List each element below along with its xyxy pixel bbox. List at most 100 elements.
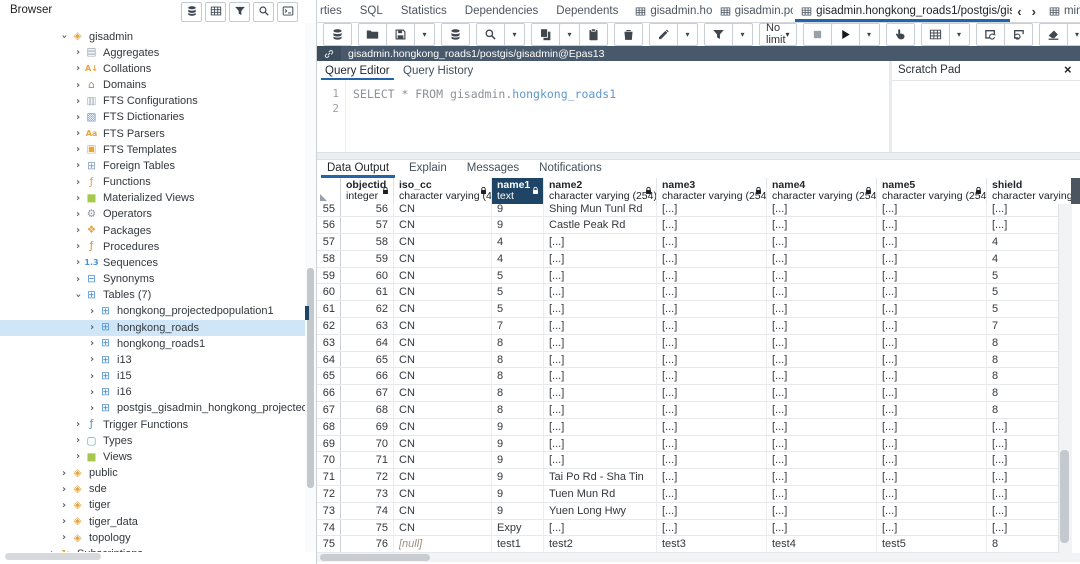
chevron-right-icon[interactable]: › (72, 144, 84, 155)
data-cell[interactable]: 8 (987, 352, 1058, 368)
data-cell[interactable]: [...] (987, 486, 1058, 502)
data-cell[interactable]: [...] (877, 204, 987, 216)
tab-scroll-right-button[interactable]: › (1027, 0, 1041, 22)
browser-filter-button[interactable] (229, 2, 250, 22)
column-header-name2[interactable]: name2character varying (254) (544, 178, 657, 204)
caret-down-button[interactable]: ▾ (504, 23, 525, 46)
data-cell[interactable]: 8 (492, 352, 544, 368)
data-cell[interactable]: [...] (767, 301, 877, 317)
tree-item-subscriptions[interactable]: ›↻Subscriptions (0, 546, 305, 552)
data-cell[interactable]: [...] (657, 503, 767, 519)
chevron-right-icon[interactable]: › (72, 419, 84, 430)
data-cell[interactable]: 9 (492, 469, 544, 485)
data-cell[interactable]: [...] (877, 217, 987, 233)
data-cell[interactable]: [...] (544, 402, 657, 418)
data-cell[interactable]: CN (394, 268, 492, 284)
data-cell[interactable]: [...] (767, 469, 877, 485)
tab-sql[interactable]: SQL (351, 0, 392, 22)
data-cell[interactable]: test5 (877, 536, 987, 552)
data-cell[interactable]: 8 (492, 335, 544, 351)
tree-item-tiger-data[interactable]: ›◈tiger_data (0, 514, 305, 530)
browser-database-button[interactable] (181, 2, 202, 22)
data-cell[interactable]: CN (394, 452, 492, 468)
browser-terminal-button[interactable] (277, 2, 298, 22)
data-cell[interactable]: 62 (341, 301, 394, 317)
data-cell[interactable]: 64 (341, 335, 394, 351)
data-cell[interactable]: [...] (657, 234, 767, 250)
data-cell[interactable]: 8 (987, 402, 1058, 418)
data-cell[interactable]: [...] (877, 301, 987, 317)
chevron-right-icon[interactable]: › (86, 322, 98, 333)
data-cell[interactable]: [...] (544, 368, 657, 384)
tab-query-editor[interactable]: Query Editor (321, 61, 394, 80)
chevron-right-icon[interactable]: › (58, 532, 70, 543)
filter-button[interactable] (704, 23, 733, 46)
data-cell[interactable]: 61 (341, 284, 394, 300)
data-cell[interactable]: [...] (657, 486, 767, 502)
chevron-right-icon[interactable]: › (86, 403, 98, 414)
save-data-changes-button[interactable] (323, 23, 352, 46)
data-cell[interactable]: 8 (987, 368, 1058, 384)
paste-button[interactable] (579, 23, 608, 46)
data-cell[interactable]: [...] (657, 520, 767, 536)
data-cell[interactable]: 8 (987, 385, 1058, 401)
tab-messages[interactable]: Messages (457, 158, 529, 178)
data-cell[interactable]: 5 (492, 301, 544, 317)
data-cell[interactable]: Tuen Mun Rd (544, 486, 657, 502)
tab-notifications[interactable]: Notifications (529, 158, 612, 178)
data-cell[interactable]: 66 (341, 368, 394, 384)
data-cell[interactable]: 9 (492, 436, 544, 452)
tree-item-packages[interactable]: ›❖Packages (0, 223, 305, 239)
tree-item-postgis-gisadmin-hongkong-projectedpopulation1[interactable]: ›⊞postgis_gisadmin_hongkong_projectedpop… (0, 400, 305, 416)
caret-down-button[interactable]: ▾ (1067, 23, 1080, 46)
tree-item-i13[interactable]: ›⊞i13 (0, 352, 305, 368)
chevron-down-icon[interactable]: › (73, 289, 84, 301)
data-cell[interactable]: [...] (657, 452, 767, 468)
chevron-right-icon[interactable]: › (72, 274, 84, 285)
data-cell[interactable]: 4 (492, 234, 544, 250)
data-cell[interactable]: [...] (767, 503, 877, 519)
open-file-button[interactable] (358, 23, 387, 46)
data-cell[interactable]: CN (394, 402, 492, 418)
chevron-right-icon[interactable]: › (72, 193, 84, 204)
tab-scroll-left-button[interactable]: ‹ (1012, 0, 1026, 22)
data-cell[interactable]: [...] (877, 318, 987, 334)
column-header-name4[interactable]: name4character varying (254) (767, 178, 877, 204)
data-cell[interactable]: [...] (544, 268, 657, 284)
data-cell[interactable]: test1 (492, 536, 544, 552)
browser-table-button[interactable] (205, 2, 226, 22)
data-cell[interactable]: [...] (877, 469, 987, 485)
chevron-right-icon[interactable]: › (72, 257, 84, 268)
tab-dependents[interactable]: Dependents (547, 0, 627, 22)
data-cell[interactable]: [...] (657, 251, 767, 267)
data-cell[interactable]: [...] (544, 335, 657, 351)
data-cell[interactable]: [...] (657, 204, 767, 216)
column-header-name1[interactable]: name1text (492, 178, 544, 204)
data-cell[interactable]: [...] (767, 452, 877, 468)
data-cell[interactable]: [...] (877, 436, 987, 452)
tree-item-domains[interactable]: ›⌂Domains (0, 77, 305, 93)
data-cell[interactable]: CN (394, 419, 492, 435)
data-cell[interactable]: 4 (492, 251, 544, 267)
data-cell[interactable]: 73 (341, 486, 394, 502)
data-cell[interactable]: [...] (657, 385, 767, 401)
tree-item-topology[interactable]: ›◈topology (0, 530, 305, 546)
tree-item-tiger[interactable]: ›◈tiger (0, 497, 305, 513)
copy-button[interactable] (531, 23, 560, 46)
tree-item-operators[interactable]: ›⚙Operators (0, 206, 305, 222)
tree-item-fts-parsers[interactable]: ›AaFTS Parsers (0, 126, 305, 142)
data-cell[interactable]: Yuen Long Hwy (544, 503, 657, 519)
data-cell[interactable]: [...] (877, 251, 987, 267)
chevron-right-icon[interactable]: › (86, 354, 98, 365)
data-cell[interactable]: CN (394, 204, 492, 216)
data-cell[interactable]: CN (394, 520, 492, 536)
data-cell[interactable]: [...] (877, 284, 987, 300)
data-cell[interactable]: 56 (341, 204, 394, 216)
commit-button[interactable] (976, 23, 1005, 46)
row-limit-select[interactable]: No limit▾ (759, 23, 797, 46)
tree-item-functions[interactable]: ›ƒFunctions (0, 174, 305, 190)
data-cell[interactable]: 70 (341, 436, 394, 452)
data-cell[interactable]: [...] (767, 419, 877, 435)
tree-item-aggregates[interactable]: ›▤Aggregates (0, 45, 305, 61)
data-cell[interactable]: [...] (544, 419, 657, 435)
